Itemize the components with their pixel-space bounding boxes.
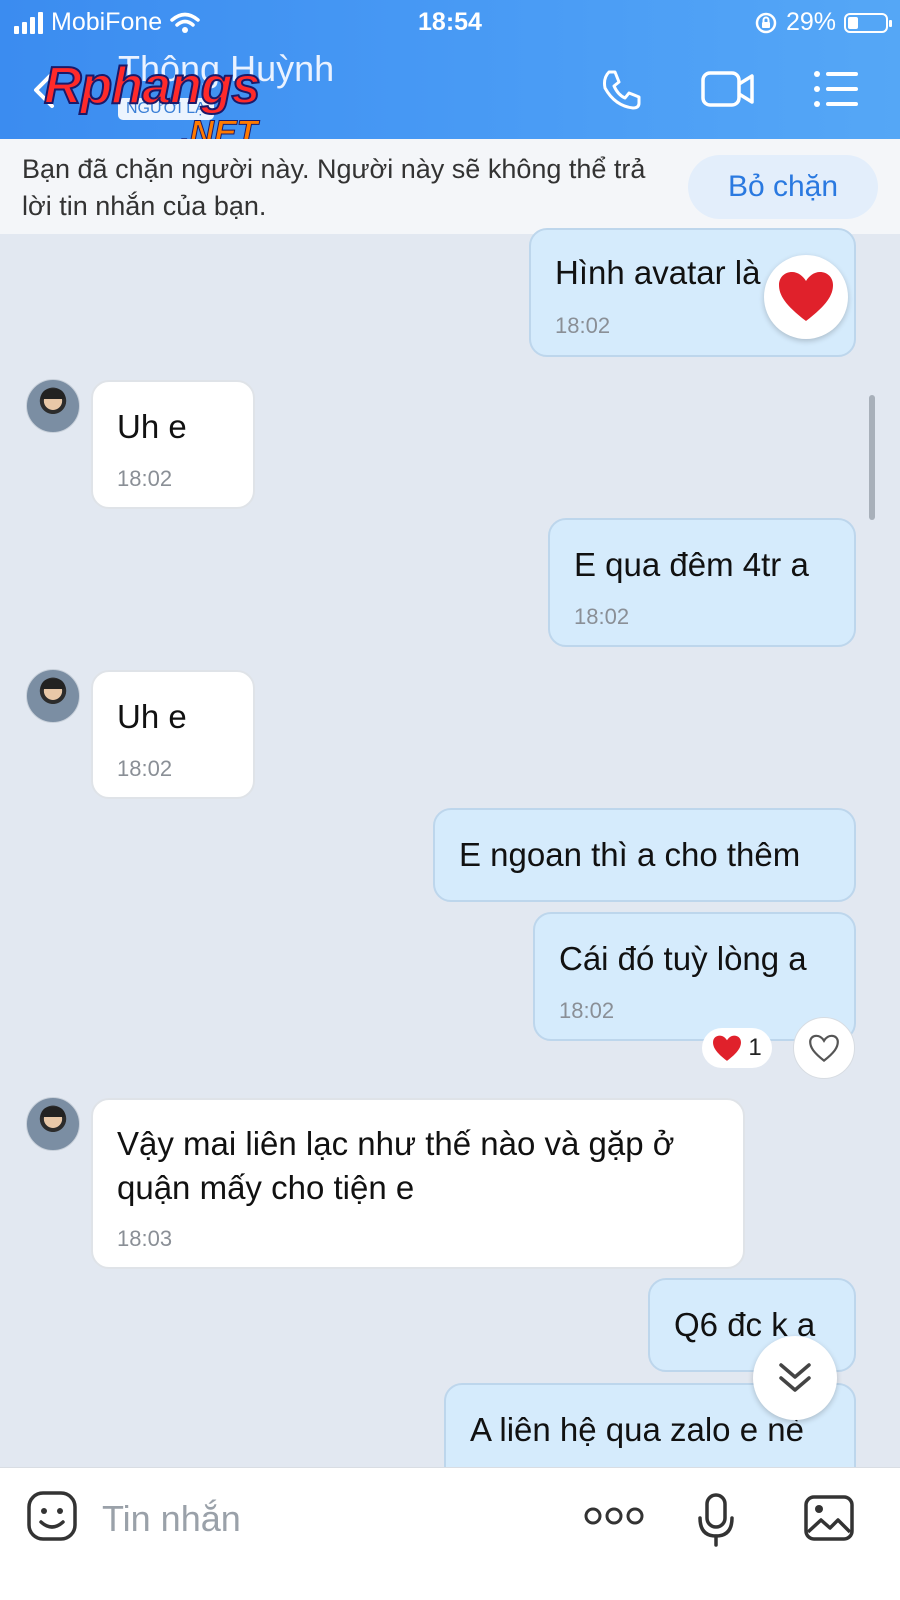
message-text: Vậy mai liên lạc như thế nào và gặp ở qu… xyxy=(117,1125,675,1206)
message-text: E qua đêm 4tr a xyxy=(574,546,809,583)
battery-icon xyxy=(844,12,892,33)
message-time: 18:02 xyxy=(559,998,615,1023)
message-time: 18:02 xyxy=(555,313,611,338)
message-text: E ngoan thì a cho thêm xyxy=(459,836,801,873)
sticker-icon[interactable] xyxy=(26,1490,78,1542)
scrollbar[interactable] xyxy=(869,395,875,520)
message-input[interactable] xyxy=(100,1493,544,1545)
phone-icon[interactable] xyxy=(597,66,645,114)
message-time: 18:02 xyxy=(117,756,173,781)
status-bar: MobiFone 18:54 29% xyxy=(0,0,900,44)
message-time: 18:02 xyxy=(574,604,630,629)
message-bubble-incoming[interactable]: Uh e 18:02 xyxy=(91,380,255,509)
reaction-summary[interactable]: 1 xyxy=(702,1028,772,1068)
block-banner: Bạn đã chặn người này. Người này sẽ khôn… xyxy=(0,139,900,234)
message-text: A liên hệ qua zalo e nè xyxy=(470,1411,804,1448)
watermark-main: Rphangs xyxy=(43,56,261,116)
unblock-button[interactable]: Bỏ chặn xyxy=(688,155,878,219)
rotation-lock-icon xyxy=(755,12,777,33)
reaction-count: 1 xyxy=(748,1034,762,1061)
react-button[interactable] xyxy=(793,1017,855,1079)
heart-icon xyxy=(713,1035,742,1061)
contact-avatar[interactable] xyxy=(26,1097,80,1151)
chat-screen: MobiFone 18:54 29% Thông Huỳnh NGƯỜI LẠ … xyxy=(0,0,900,1600)
heart-outline-icon xyxy=(809,1034,839,1062)
message-bubble-outgoing[interactable]: E qua đêm 4tr a 18:02 xyxy=(548,518,856,647)
message-bubble-incoming[interactable]: Uh e 18:02 xyxy=(91,670,255,799)
message-text: Uh e xyxy=(117,698,187,735)
contact-avatar[interactable] xyxy=(26,669,80,723)
battery-fill xyxy=(848,16,858,29)
scroll-to-bottom-button[interactable] xyxy=(753,1336,837,1420)
message-text: Uh e xyxy=(117,408,187,445)
video-call-icon[interactable] xyxy=(700,66,756,112)
message-text: Cái đó tuỳ lòng a xyxy=(559,940,807,977)
chevron-double-down-icon xyxy=(779,1363,811,1392)
block-banner-text: Bạn đã chặn người này. Người này sẽ khôn… xyxy=(22,154,646,221)
message-bubble-incoming[interactable]: Vậy mai liên lạc như thế nào và gặp ở qu… xyxy=(91,1098,745,1269)
microphone-icon[interactable] xyxy=(696,1492,736,1548)
menu-icon[interactable] xyxy=(812,66,860,112)
chat-header: MobiFone 18:54 29% Thông Huỳnh NGƯỜI LẠ … xyxy=(0,0,900,153)
message-time: 18:03 xyxy=(117,1226,173,1251)
heart-reaction-icon[interactable] xyxy=(764,255,848,339)
contact-avatar[interactable] xyxy=(26,379,80,433)
battery-percent: 29% xyxy=(785,8,836,36)
composer-bar xyxy=(0,1467,900,1600)
message-bubble-outgoing[interactable]: E ngoan thì a cho thêm xyxy=(433,808,856,902)
more-icon[interactable] xyxy=(584,1506,644,1526)
image-icon[interactable] xyxy=(803,1494,855,1542)
message-time: 18:02 xyxy=(117,466,173,491)
message-text: Hình avatar là xyxy=(555,254,761,291)
